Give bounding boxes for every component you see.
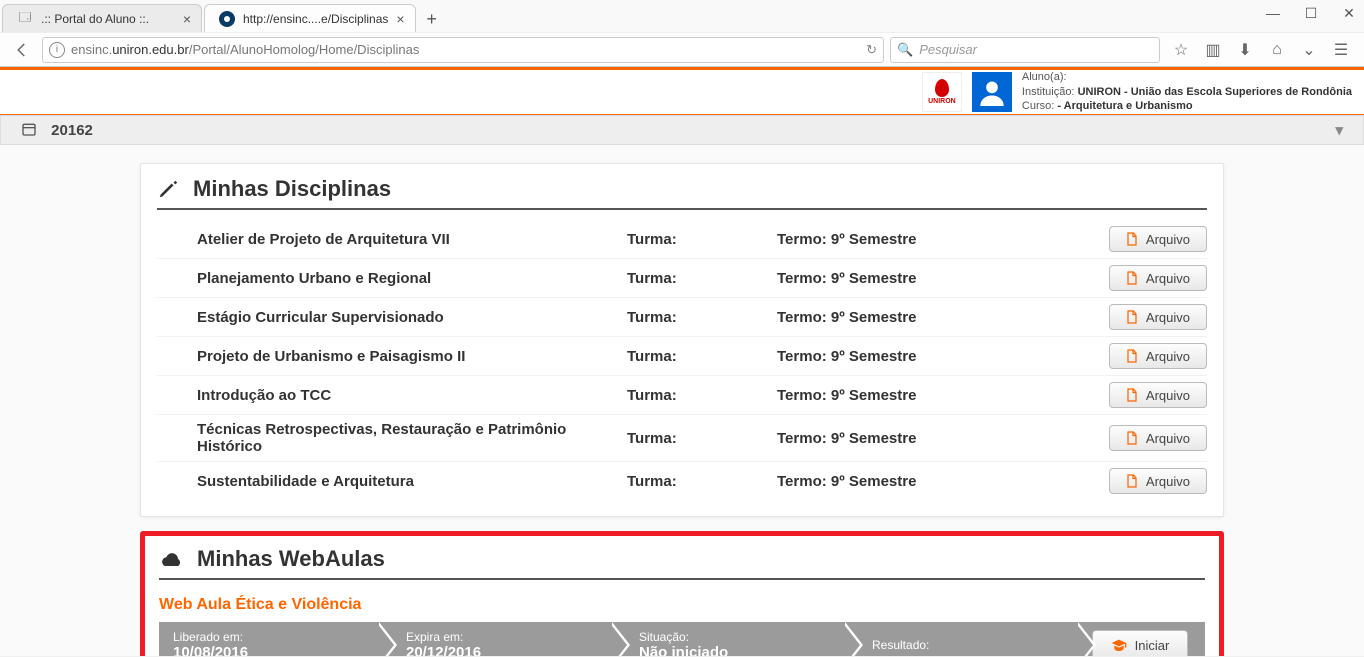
file-icon: [1126, 271, 1138, 285]
window-controls: — ☐ ✕: [1264, 4, 1358, 22]
arquivo-button[interactable]: Arquivo: [1109, 304, 1207, 330]
chevron-down-icon: ▾: [1335, 121, 1343, 139]
url-text: ensinc.uniron.edu.br/Portal/AlunoHomolog…: [71, 42, 866, 57]
file-icon: [1126, 474, 1138, 488]
tab-close-icon[interactable]: ×: [396, 11, 404, 27]
graduation-cap-icon: [1111, 638, 1127, 652]
search-box[interactable]: 🔍 Pesquisar: [890, 37, 1160, 63]
disciplina-termo: Termo: 9º Semestre: [777, 430, 1007, 447]
search-icon: 🔍: [897, 42, 913, 58]
disciplina-turma-label: Turma:: [627, 309, 777, 326]
back-button[interactable]: [8, 36, 36, 64]
avatar[interactable]: [972, 72, 1012, 112]
nav-bar: i ensinc.uniron.edu.br/Portal/AlunoHomol…: [0, 32, 1364, 66]
disciplina-termo: Termo: 9º Semestre: [777, 473, 1007, 490]
disciplina-turma-label: Turma:: [627, 473, 777, 490]
step-resultado: Resultado:: [842, 622, 1075, 656]
tab-strip: 🗔 .:: Portal do Aluno ::. × http://ensin…: [0, 0, 1364, 32]
arquivo-button[interactable]: Arquivo: [1109, 468, 1207, 494]
tab-favicon-icon: [219, 11, 235, 27]
file-icon: [1126, 349, 1138, 363]
panel-disciplinas: Minhas Disciplinas Atelier de Projeto de…: [140, 163, 1224, 517]
disciplina-name: Estágio Curricular Supervisionado: [197, 309, 627, 326]
step-expira: Expira em: 20/12/2016: [376, 622, 609, 656]
site-header: UNIRON Aluno(a): Instituição: UNIRON - U…: [0, 67, 1364, 115]
browser-chrome: — ☐ ✕ 🗔 .:: Portal do Aluno ::. × http:/…: [0, 0, 1364, 67]
file-icon: [1126, 388, 1138, 402]
site-info-icon[interactable]: i: [49, 42, 65, 58]
disciplina-name: Técnicas Retrospectivas, Restauração e P…: [197, 421, 627, 455]
disciplinas-list: Atelier de Projeto de Arquitetura VIITur…: [157, 220, 1207, 500]
flame-icon: [935, 79, 949, 97]
arquivo-button[interactable]: Arquivo: [1109, 226, 1207, 252]
disciplina-turma-label: Turma:: [627, 387, 777, 404]
disciplina-turma-label: Turma:: [627, 270, 777, 287]
arquivo-button[interactable]: Arquivo: [1109, 265, 1207, 291]
window-close-icon[interactable]: ✕: [1340, 4, 1358, 22]
panel-title-webaulas: Minhas WebAulas: [159, 546, 1205, 580]
bookmark-icon[interactable]: ☆: [1172, 41, 1190, 59]
search-placeholder: Pesquisar: [919, 42, 977, 57]
panel-webaulas: Minhas WebAulas Web Aula Ética e Violênc…: [140, 531, 1224, 656]
panel-title-disciplinas: Minhas Disciplinas: [157, 176, 1207, 210]
file-icon: [1126, 310, 1138, 324]
home-icon[interactable]: ⌂: [1268, 41, 1286, 59]
url-bar[interactable]: i ensinc.uniron.edu.br/Portal/AlunoHomol…: [42, 37, 884, 63]
webaula-item-name[interactable]: Web Aula Ética e Violência: [159, 596, 1205, 614]
disciplina-row: Projeto de Urbanismo e Paisagismo IITurm…: [157, 337, 1207, 376]
disciplina-row: Técnicas Retrospectivas, Restauração e P…: [157, 415, 1207, 462]
pencil-icon: [157, 178, 179, 200]
content-area: Minhas Disciplinas Atelier de Projeto de…: [0, 145, 1364, 656]
disciplina-name: Projeto de Urbanismo e Paisagismo II: [197, 348, 627, 365]
window-maximize-icon[interactable]: ☐: [1302, 4, 1320, 22]
library-icon[interactable]: ▥: [1204, 41, 1222, 59]
logo-uniron[interactable]: UNIRON: [922, 72, 962, 112]
tab-title: .:: Portal do Aluno ::.: [41, 12, 175, 26]
tab-favicon-icon: 🗔: [17, 11, 33, 27]
semester-label: 20162: [51, 122, 93, 139]
step-situacao: Situação: Não iniciado: [609, 622, 842, 656]
student-info: Aluno(a): Instituição: UNIRON - União da…: [1022, 70, 1352, 115]
browser-tab-0[interactable]: 🗔 .:: Portal do Aluno ::. ×: [2, 4, 202, 32]
disciplina-turma-label: Turma:: [627, 430, 777, 447]
step-liberado: Liberado em: 10/08/2016: [159, 622, 376, 656]
tab-close-icon[interactable]: ×: [183, 11, 191, 27]
iniciar-button[interactable]: Iniciar: [1092, 630, 1189, 656]
arquivo-button[interactable]: Arquivo: [1109, 343, 1207, 369]
disciplina-name: Introdução ao TCC: [197, 387, 627, 404]
disciplina-name: Planejamento Urbano e Regional: [197, 270, 627, 287]
arquivo-button[interactable]: Arquivo: [1109, 382, 1207, 408]
disciplina-termo: Termo: 9º Semestre: [777, 387, 1007, 404]
menu-icon[interactable]: ☰: [1332, 41, 1350, 59]
disciplina-termo: Termo: 9º Semestre: [777, 348, 1007, 365]
window-minimize-icon[interactable]: —: [1264, 4, 1282, 22]
disciplina-turma-label: Turma:: [627, 231, 777, 248]
disciplina-termo: Termo: 9º Semestre: [777, 270, 1007, 287]
tab-title: http://ensinc....e/Disciplinas: [243, 12, 388, 26]
pocket-icon[interactable]: ⌄: [1300, 41, 1318, 59]
arquivo-button[interactable]: Arquivo: [1109, 425, 1207, 451]
disciplina-row: Sustentabilidade e ArquiteturaTurma:Term…: [157, 462, 1207, 500]
page-viewport: UNIRON Aluno(a): Instituição: UNIRON - U…: [0, 67, 1364, 656]
disciplina-row: Atelier de Projeto de Arquitetura VIITur…: [157, 220, 1207, 259]
disciplina-termo: Termo: 9º Semestre: [777, 309, 1007, 326]
disciplina-row: Introdução ao TCCTurma:Termo: 9º Semestr…: [157, 376, 1207, 415]
reload-icon[interactable]: ↻: [866, 42, 877, 58]
semester-bar-top[interactable]: 20162 ▾: [0, 115, 1364, 145]
disciplina-name: Sustentabilidade e Arquitetura: [197, 473, 627, 490]
webaula-progress: Liberado em: 10/08/2016 Expira em: 20/12…: [159, 622, 1205, 656]
disciplina-row: Planejamento Urbano e RegionalTurma:Term…: [157, 259, 1207, 298]
disciplina-turma-label: Turma:: [627, 348, 777, 365]
file-icon: [1126, 232, 1138, 246]
new-tab-button[interactable]: +: [418, 6, 446, 32]
downloads-icon[interactable]: ⬇: [1236, 41, 1254, 59]
toolbar-icons: ☆ ▥ ⬇ ⌂ ⌄ ☰: [1166, 41, 1356, 59]
disciplina-termo: Termo: 9º Semestre: [777, 231, 1007, 248]
calendar-icon: [21, 122, 41, 139]
file-icon: [1126, 431, 1138, 445]
disciplina-name: Atelier de Projeto de Arquitetura VII: [197, 231, 627, 248]
browser-tab-1[interactable]: http://ensinc....e/Disciplinas ×: [204, 4, 416, 32]
disciplina-row: Estágio Curricular SupervisionadoTurma:T…: [157, 298, 1207, 337]
cloud-download-icon: [159, 549, 183, 569]
